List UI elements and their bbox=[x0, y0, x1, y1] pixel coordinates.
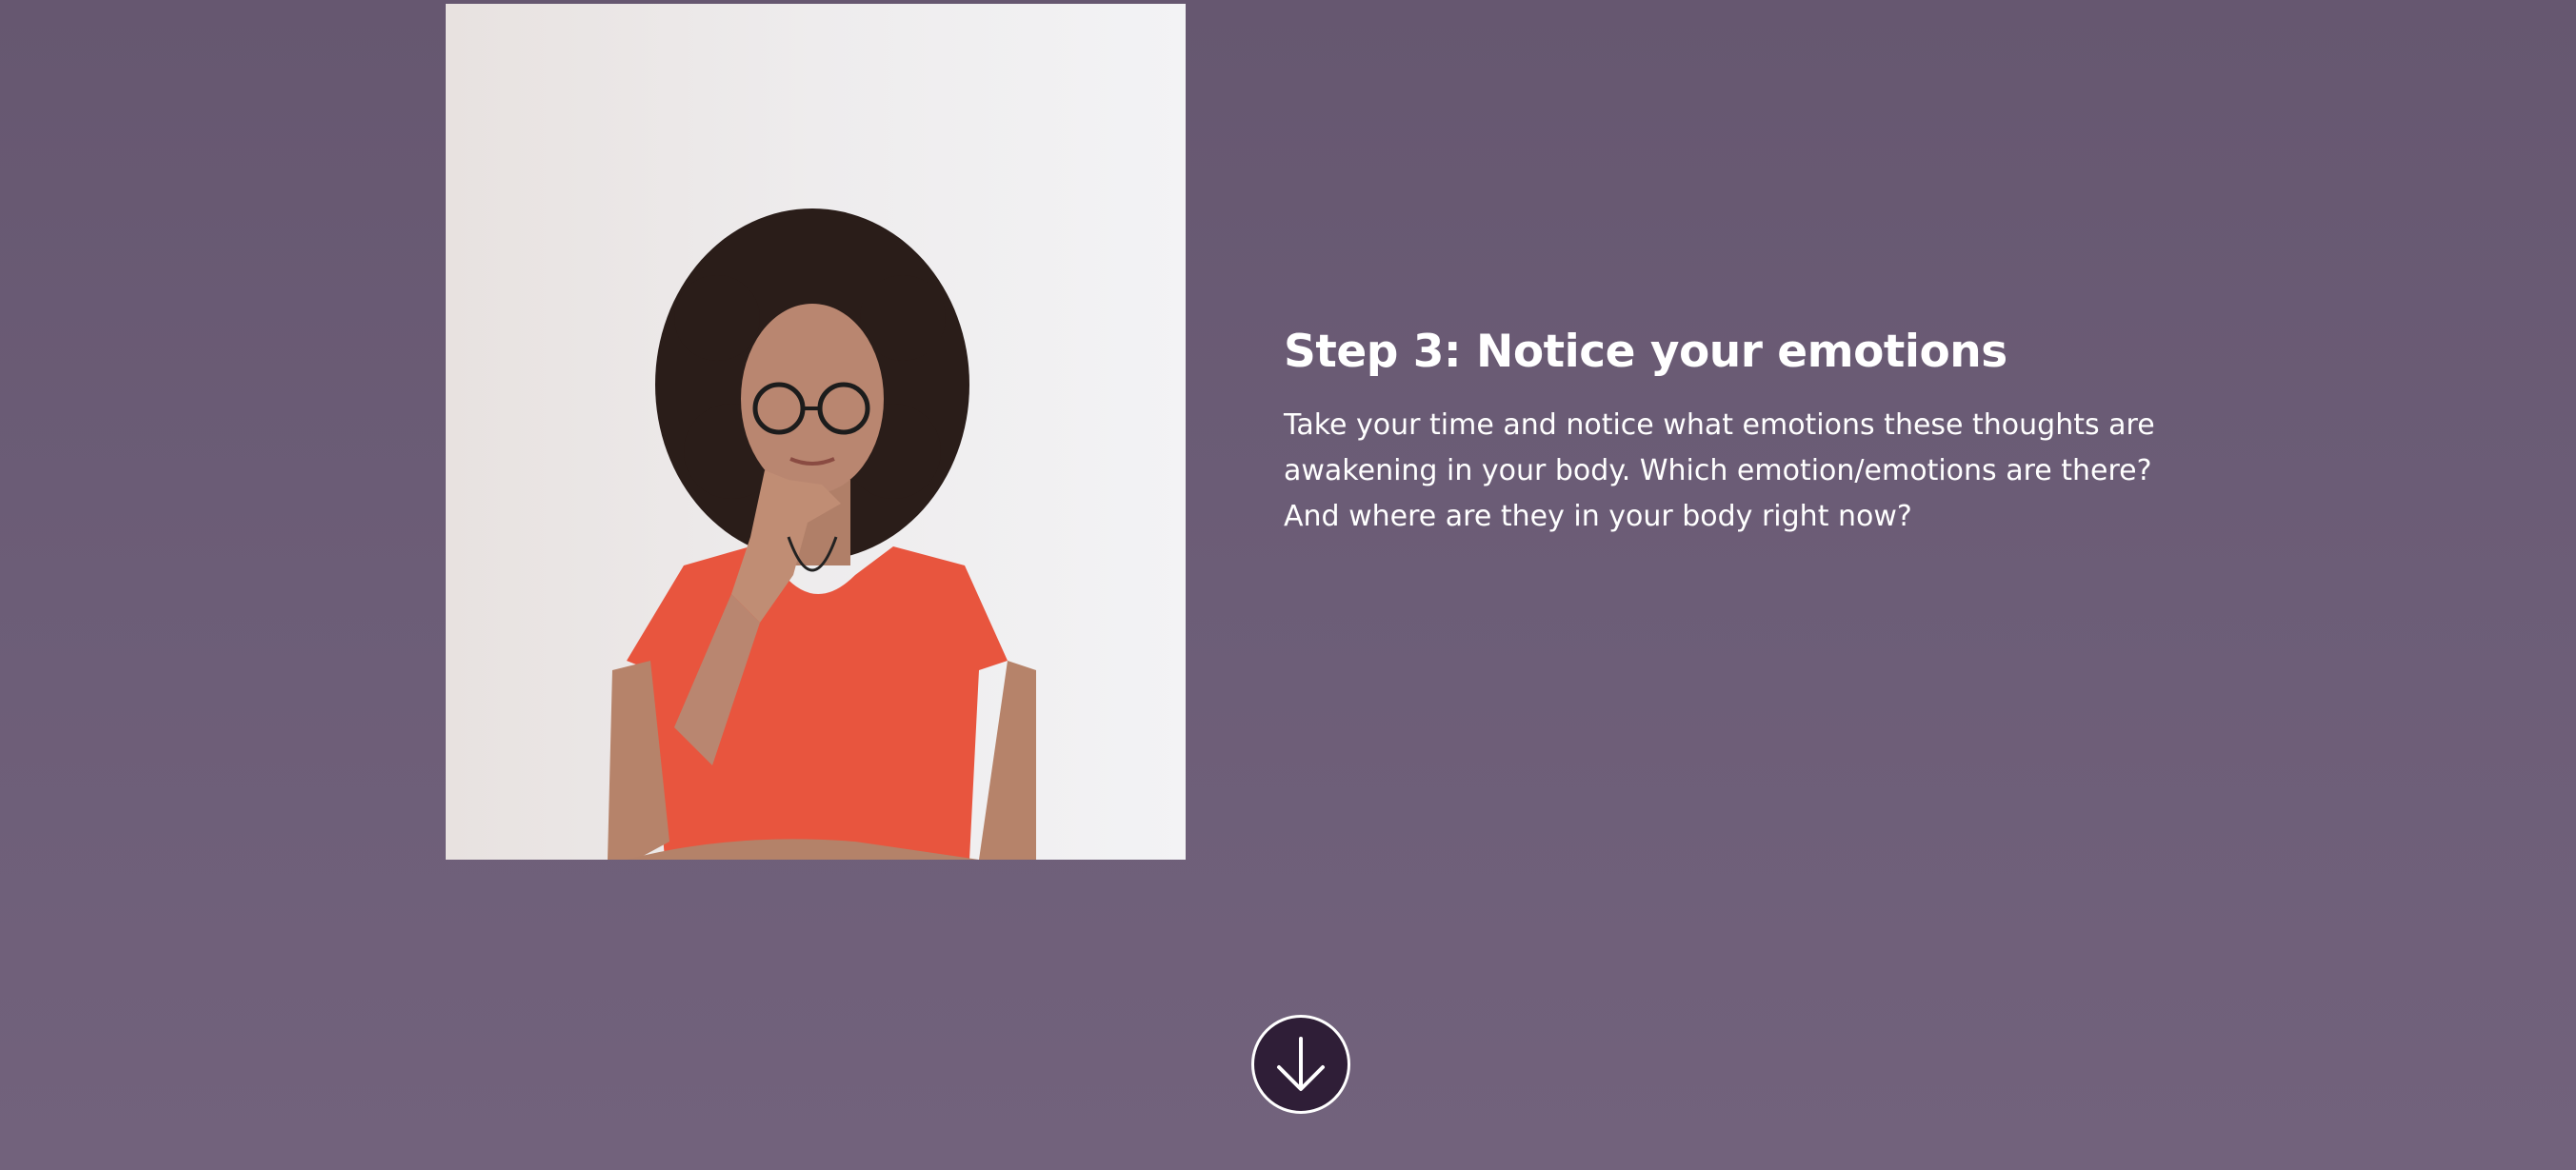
step-content: Step 3: Notice your emotions Take your t… bbox=[1284, 319, 2179, 540]
step-heading: Step 3: Notice your emotions bbox=[1284, 326, 2007, 378]
step-description: Take your time and notice what emotions … bbox=[1284, 408, 2155, 533]
person-thinking-photo bbox=[446, 4, 1186, 860]
arrow-down-icon bbox=[1277, 1037, 1325, 1091]
scroll-down-button[interactable] bbox=[1251, 1015, 1350, 1114]
